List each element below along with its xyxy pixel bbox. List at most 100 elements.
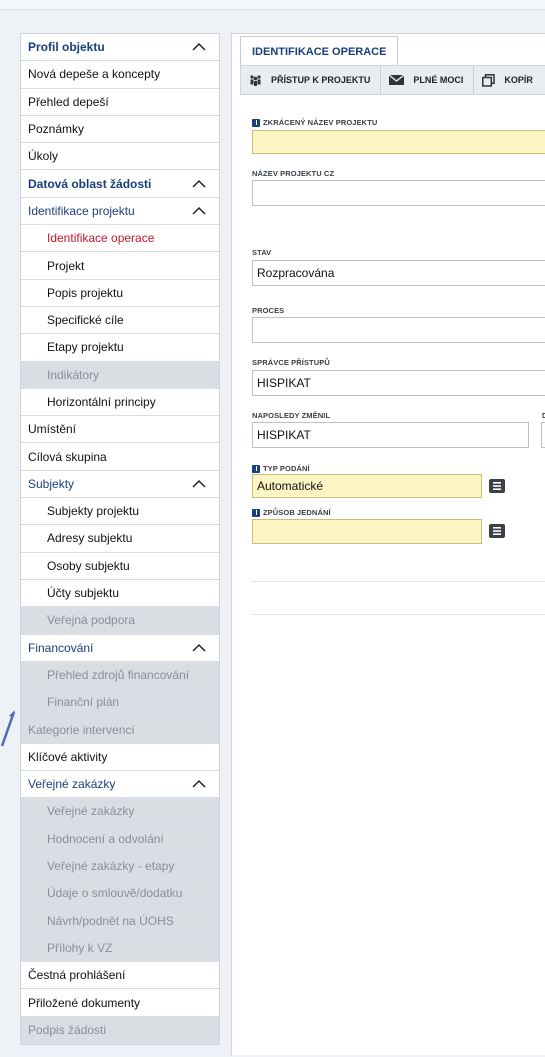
main-panel: IDENTIFIKACE OPERACE PŘÍSTUP K PROJEKTU … (231, 33, 545, 1055)
sidebar-item-verejne-zakazky: Veřejné zakázky (21, 798, 219, 826)
tab-identifikace-operace[interactable]: IDENTIFIKACE OPERACE (240, 36, 399, 66)
sidebar-item-label: Subjekty projektu (47, 504, 140, 519)
list-icon[interactable] (489, 524, 505, 538)
state-label: STAV (252, 248, 272, 257)
chevron-up-icon[interactable] (192, 42, 206, 52)
sidebar-item-ucty-subjektu[interactable]: Účty subjektu (21, 580, 219, 608)
sidebar-item-kategorie-intervenci: Kategorie intervencí (21, 716, 219, 744)
sidebar-item-financovani[interactable]: Financování (21, 635, 219, 662)
list-icon[interactable] (489, 479, 505, 493)
sidebar-item-label: Přílohy k VZ (47, 940, 113, 955)
sidebar-item-cilova-skupina[interactable]: Cílová skupina (21, 443, 219, 471)
sidebar-item-label: Účty subjektu (47, 586, 120, 601)
sidebar-item-ukoly[interactable]: Úkoly (21, 143, 219, 171)
sidebar-item-verejne-zakazky-etapy: Veřejné zakázky - etapy (21, 852, 219, 881)
short-name-field[interactable] (252, 130, 545, 154)
process-label: PROCES (252, 306, 285, 315)
sidebar-item-label: Umístění (28, 422, 77, 437)
name-cz-field[interactable] (252, 180, 545, 206)
sidebar-item-identifikace-operace[interactable]: Identifikace operace (21, 225, 219, 253)
sidebar-item-label: Kategorie intervencí (28, 722, 135, 737)
sidebar-item-verejne-zakazky[interactable]: Veřejné zakázky (21, 771, 219, 799)
state-field: Rozpracována (252, 260, 545, 286)
subtab-pristup-k-projektu[interactable]: PŘÍSTUP K PROJEKTU (241, 66, 382, 94)
subtab-plne-moci[interactable]: PLNÉ MOCI (381, 66, 475, 94)
submit-type-select[interactable]: Automatické (252, 474, 482, 498)
sidebar-item-nova-depese-a-koncepty[interactable]: Nová depeše a koncepty (21, 61, 219, 89)
sidebar-item-etapy-projektu[interactable]: Etapy projektu (21, 334, 219, 362)
sidebar-item-label: Financování (28, 640, 94, 655)
sidebar-item-label: Úkoly (28, 149, 59, 164)
sidebar-item-prilozene-dokumenty[interactable]: Přiložené dokumenty (21, 989, 219, 1017)
subtab-label: PLNÉ MOCI (413, 75, 464, 85)
submit-type-label: TYP PODÁNÍ (252, 464, 310, 473)
sidebar-item-label: Specifické cíle (47, 313, 124, 328)
section-divider (252, 614, 545, 615)
sidebar-item-prilohy-k-vz: Přílohy k VZ (21, 934, 219, 963)
chevron-up-icon[interactable] (192, 479, 206, 489)
sidebar-item-podpis-zadosti: Podpis žádosti (21, 1016, 219, 1044)
sidebar-item-label: Identifikace operace (47, 231, 155, 246)
sidebar-item-label: Čestná prohlášení (28, 968, 126, 983)
sidebar-item-label: Identifikace projektu (28, 203, 135, 218)
sidebar-item-label: Popis projektu (47, 285, 124, 300)
required-icon (252, 508, 260, 517)
sidebar-item-label: Profil objektu (28, 40, 105, 55)
sidebar-item-label: Údaje o smlouvě/dodatku (47, 886, 183, 901)
sidebar-item-cestna-prohlaseni[interactable]: Čestná prohlášení (21, 962, 219, 990)
sidebar-item-poznamky[interactable]: Poznámky (21, 116, 219, 144)
subtab-bar: PŘÍSTUP K PROJEKTU PLNÉ MOCI KOPÍR (240, 65, 545, 95)
access-admin-label: SPRÁVCE PŘÍSTUPŮ (252, 358, 330, 367)
last-changed-label: NAPOSLEDY ZMĚNIL (252, 411, 331, 420)
required-icon (252, 118, 260, 127)
subtab-label: PŘÍSTUP K PROJEKTU (271, 75, 371, 85)
sidebar-item-subjekty[interactable]: Subjekty (21, 471, 219, 499)
sidebar-item-label: Finanční plán (47, 695, 120, 710)
sidebar-item-label: Cílová skupina (28, 449, 107, 464)
negotiation-select[interactable] (252, 519, 482, 544)
sidebar-item-label: Klíčové aktivity (28, 749, 108, 764)
sidebar-item-prehled-depesi[interactable]: Přehled depeší (21, 89, 219, 116)
chevron-up-icon[interactable] (192, 643, 206, 653)
chevron-up-icon[interactable] (192, 206, 206, 216)
sidebar-item-indikatory: Indikátory (21, 361, 219, 389)
sidebar-item-profil-objektu[interactable]: Profil objektu (21, 34, 219, 62)
sidebar-nav: Profil objektu Nová depeše a koncepty Přeh… (20, 33, 220, 1045)
sidebar-item-umisteni[interactable]: Umístění (21, 416, 219, 444)
top-strip (0, 0, 545, 10)
chevron-up-icon[interactable] (192, 179, 206, 189)
sidebar-item-subjekty-projektu[interactable]: Subjekty projektu (21, 498, 219, 526)
sidebar-item-hodnoceni-a-odvolani: Hodnocení a odvolání (21, 825, 219, 853)
sidebar-item-osoby-subjektu[interactable]: Osoby subjektu (21, 553, 219, 580)
sidebar-item-horizontalni-principy[interactable]: Horizontální principy (21, 389, 219, 417)
sidebar-item-adresy-subjektu[interactable]: Adresy subjektu (21, 525, 219, 553)
sidebar-item-projekt[interactable]: Projekt (21, 252, 219, 280)
sidebar-item-label: Hodnocení a odvolání (47, 831, 164, 846)
sidebar-item-verejna-podpora: Veřejná podpora (21, 607, 219, 635)
sidebar-item-label: Osoby subjektu (47, 558, 130, 573)
sidebar-item-datova-oblast-zadosti[interactable]: Datová oblast žádosti (21, 170, 219, 198)
subtab-kopirovat[interactable]: KOPÍR (474, 66, 543, 94)
sidebar-item-identifikace-projektu[interactable]: Identifikace projektu (21, 198, 219, 226)
sidebar-item-klicove-aktivity[interactable]: Klíčové aktivity (21, 744, 219, 772)
sidebar-item-label: Nová depeše a koncepty (28, 67, 161, 82)
access-admin-field: HISPIKAT (252, 370, 545, 396)
process-field (252, 317, 545, 343)
sidebar-item-label: Veřejná podpora (47, 613, 136, 628)
sidebar-item-specificke-cile[interactable]: Specifické cíle (21, 307, 219, 335)
sidebar-item-label: Přehled zdrojů financování (47, 667, 190, 682)
people-icon (249, 74, 262, 86)
chevron-up-icon[interactable] (192, 779, 206, 789)
sidebar-item-label: Veřejné zakázky (28, 777, 116, 792)
subtab-label: KOPÍR (504, 75, 533, 85)
sidebar-item-label: Přiložené dokumenty (28, 995, 141, 1010)
sidebar-item-label: Přehled depeší (28, 94, 109, 109)
negotiation-label: ZPŮSOB JEDNÁNÍ (252, 508, 331, 517)
short-name-label: ZKRÁCENÝ NÁZEV PROJEKTU (252, 118, 377, 127)
pointer-arrow (0, 710, 16, 747)
date-field (541, 422, 545, 448)
sidebar-item-label: Indikátory (47, 367, 100, 382)
section-divider (252, 581, 545, 582)
sidebar-item-popis-projektu[interactable]: Popis projektu (21, 280, 219, 307)
sidebar-item-udaje-o-smlouve-dodatku: Údaje o smlouvě/dodatku (21, 880, 219, 908)
